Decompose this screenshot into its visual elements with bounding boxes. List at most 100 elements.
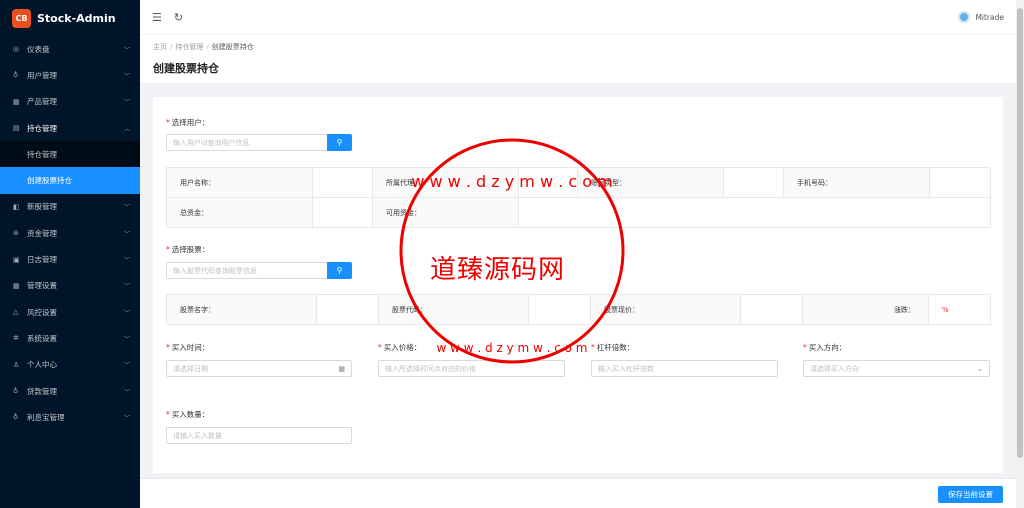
stock-code-label: 股票代码： xyxy=(379,295,529,325)
chevron-down-icon: ﹀ xyxy=(123,257,130,265)
page-title: 创建股票持仓 xyxy=(153,62,219,75)
leverage-input[interactable]: 输入买入杠杆倍数 xyxy=(591,360,778,377)
total-funds-label: 总资金： xyxy=(167,198,313,228)
breadcrumb-home[interactable]: 主页 xyxy=(153,43,167,51)
agent-label: 所属代理： xyxy=(373,168,519,198)
chevron-down-icon: ﹀ xyxy=(123,388,130,396)
sidebar-item-label: 产品管理 xyxy=(27,97,57,107)
breadcrumb-parent[interactable]: 持仓管理 xyxy=(175,43,203,51)
sidebar-item-label: 日志管理 xyxy=(27,255,57,265)
warning-icon: △ xyxy=(13,308,19,317)
buy-price-label: * 买入价格： xyxy=(378,343,422,352)
buy-time-date-picker[interactable]: 请选择日期 ▦ xyxy=(166,360,352,377)
submenu-positions: 持仓管理 创建股票持仓 xyxy=(0,141,140,194)
refresh-icon[interactable]: ↻ xyxy=(174,11,183,24)
stock-info-table: 股票名字： 股票代码： 股票现价： 涨跌： % xyxy=(166,294,991,325)
sidebar: CB Stock-Admin ◎ 仪表盘 ﹀ ♁ 用户管理 ﹀ ▦ 产品管理 ﹀ ▤ 持仓管理 ︿ 持仓… xyxy=(0,0,140,508)
form-card: * 选择用户： 输入用户id查询用户信息 ⚲ 用户名称： 所属代理： 账号类型： … xyxy=(153,97,1003,473)
stock-name-label: 股票名字： xyxy=(167,295,317,325)
quantity-label: * 买入数量： xyxy=(166,410,210,419)
sidebar-item-4[interactable]: ◧ 新股管理 ﹀ xyxy=(0,194,140,220)
account-type-label: 账号类型： xyxy=(578,168,724,198)
chevron-up-icon: ︿ xyxy=(123,125,130,133)
settings-icon: ▦ xyxy=(13,281,20,290)
sidebar-item-1[interactable]: ♁ 用户管理 ﹀ xyxy=(0,62,140,88)
chevron-down-icon: ﹀ xyxy=(123,230,130,238)
sidebar-item-label: 用户管理 xyxy=(27,70,57,80)
money-icon: ⊜ xyxy=(13,229,19,238)
account-type-value xyxy=(724,168,784,198)
chevron-down-icon: ﹀ xyxy=(123,46,130,54)
user-info-table: 用户名称： 所属代理： 账号类型： 手机号码： 总资金： 可用资金： xyxy=(166,167,991,228)
chart-icon: ▦ xyxy=(13,97,20,106)
select-stock-label: * 选择股票： xyxy=(166,245,210,254)
sidebar-item-label: 个人中心 xyxy=(27,360,57,370)
sidebar-item-5[interactable]: ⊜ 资金管理 ﹀ xyxy=(0,220,140,246)
total-funds-value xyxy=(313,198,373,228)
breadcrumb: 主页 / 持仓管理 / 创建股票持仓 xyxy=(153,43,254,51)
top-header: ☰ ↻ Mitrade xyxy=(140,0,1016,34)
menu-fold-icon[interactable]: ☰ xyxy=(152,11,162,24)
direction-label: * 买入方向： xyxy=(803,343,847,352)
page-scrollbar[interactable] xyxy=(1016,0,1024,508)
direction-select[interactable]: 请选择买入方向 ⌄ xyxy=(803,360,990,377)
sidebar-item-7[interactable]: ▦ 管理设置 ﹀ xyxy=(0,273,140,299)
sidebar-item-label: 风控设置 xyxy=(27,307,57,317)
sidebar-item-6[interactable]: ▣ 日志管理 ﹀ xyxy=(0,246,140,272)
user-group-icon: ♁ xyxy=(13,71,19,80)
dashboard-icon: ◎ xyxy=(13,45,20,54)
new-stock-icon: ◧ xyxy=(13,202,20,211)
sidebar-item-9[interactable]: ✲ 系统设置 ﹀ xyxy=(0,325,140,351)
position-icon: ▤ xyxy=(13,124,20,133)
stock-search-input[interactable]: 输入股票代码查询股票信息 xyxy=(166,262,328,279)
agent-value xyxy=(519,168,578,198)
stock-search-button[interactable]: ⚲ xyxy=(327,262,352,279)
page-header: 主页 / 持仓管理 / 创建股票持仓 创建股票持仓 xyxy=(140,34,1016,83)
sidebar-item-label: 利息宝管理 xyxy=(27,412,65,422)
brand-logo-icon: CB xyxy=(12,8,31,28)
user-search-button[interactable]: ⚲ xyxy=(327,134,352,151)
phone-label: 手机号码： xyxy=(784,168,930,198)
interest-icon: ♁ xyxy=(13,413,19,422)
gear-icon: ✲ xyxy=(13,334,19,343)
sidebar-item-3[interactable]: ▤ 持仓管理 ︿ xyxy=(0,115,140,141)
quantity-input[interactable]: 请输入买入数量 xyxy=(166,427,352,444)
sidebar-item-label: 贷款管理 xyxy=(27,386,57,396)
available-funds-value xyxy=(519,198,991,228)
user-search-input[interactable]: 输入用户id查询用户信息 xyxy=(166,134,328,151)
sidebar-item-0[interactable]: ◎ 仪表盘 ﹀ xyxy=(0,36,140,62)
sidebar-item-label: 管理设置 xyxy=(27,281,57,291)
stock-name-value xyxy=(317,295,379,325)
change-value: % xyxy=(929,295,991,325)
brand-name: Stock-Admin xyxy=(37,11,116,25)
sidebar-item-label: 资金管理 xyxy=(27,228,57,238)
buy-time-label: * 买入时间： xyxy=(166,343,210,352)
submenu-item-positions[interactable]: 持仓管理 xyxy=(0,141,140,167)
sidebar-menu: ◎ 仪表盘 ﹀ ♁ 用户管理 ﹀ ▦ 产品管理 ﹀ ▤ 持仓管理 ︿ 持仓管理 创建股票持仓 ◧ 新股管理 ﹀ ⊜… xyxy=(0,36,140,430)
stock-price-value xyxy=(741,295,803,325)
scrollbar-thumb[interactable] xyxy=(1017,8,1023,458)
chevron-down-icon: ⌄ xyxy=(977,364,983,373)
chevron-down-icon: ﹀ xyxy=(123,283,130,291)
sidebar-item-2[interactable]: ▦ 产品管理 ﹀ xyxy=(0,89,140,115)
submenu-item-create-position[interactable]: 创建股票持仓 xyxy=(0,167,140,194)
footer-bar: 保存当前设置 xyxy=(140,478,1016,508)
sidebar-item-12[interactable]: ♁ 利息宝管理 ﹀ xyxy=(0,404,140,430)
user-menu[interactable]: Mitrade xyxy=(958,11,1004,23)
sidebar-item-label: 仪表盘 xyxy=(27,44,50,54)
sidebar-item-8[interactable]: △ 风控设置 ﹀ xyxy=(0,299,140,325)
avatar xyxy=(958,11,971,23)
buy-price-input[interactable]: 输入所选择时间点对应的价格 xyxy=(378,360,565,377)
chevron-down-icon: ﹀ xyxy=(123,335,130,343)
save-button[interactable]: 保存当前设置 xyxy=(938,486,1003,503)
search-icon: ⚲ xyxy=(336,266,343,275)
user-name-value xyxy=(313,168,373,198)
person-icon: ♙ xyxy=(13,360,20,369)
user-name-label: 用户名称： xyxy=(167,168,313,198)
calendar-icon: ▦ xyxy=(338,364,345,373)
sidebar-item-10[interactable]: ♙ 个人中心 ﹀ xyxy=(0,352,140,378)
sidebar-item-11[interactable]: ♁ 贷款管理 ﹀ xyxy=(0,378,140,404)
brand[interactable]: CB Stock-Admin xyxy=(0,0,140,36)
chevron-down-icon: ﹀ xyxy=(123,309,130,317)
log-icon: ▣ xyxy=(13,255,20,264)
